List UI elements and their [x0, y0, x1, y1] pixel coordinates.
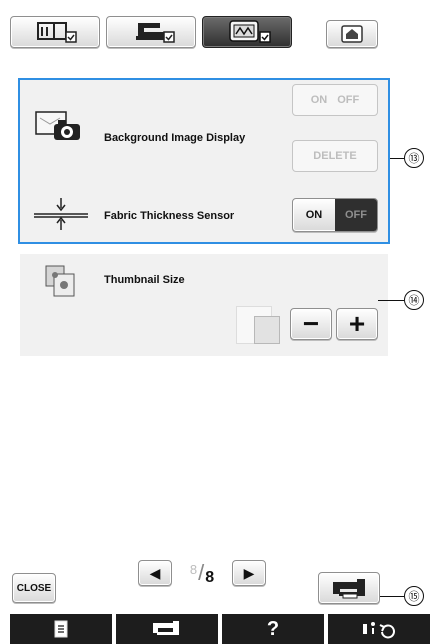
- sewing-machine-icon: [333, 579, 365, 599]
- callout-14: ⑭: [404, 290, 424, 310]
- machine-settings-button[interactable]: [318, 572, 380, 604]
- background-image-display-label: Background Image Display: [104, 132, 246, 144]
- info-rotate-button[interactable]: [328, 614, 430, 644]
- page-total: 8: [205, 569, 215, 586]
- plus-icon: +: [348, 308, 366, 339]
- sewing-machine-icon: [153, 621, 179, 635]
- help-icon: ?: [266, 617, 280, 640]
- machine-checkbox-icon: [136, 23, 175, 43]
- minus-icon: −: [302, 308, 320, 339]
- delete-button[interactable]: DELETE: [292, 140, 378, 172]
- help-button[interactable]: ?: [222, 614, 324, 644]
- thumbnail-preview-small: [254, 316, 280, 344]
- callout-13: ⑬: [404, 148, 424, 168]
- info-rotate-icon: [363, 622, 395, 639]
- thumbnail-icon: [45, 265, 75, 297]
- document-button[interactable]: [10, 614, 112, 644]
- left-arrow-icon: ◀: [149, 564, 161, 581]
- bottom-toolbar: ?: [10, 614, 430, 644]
- thumbnail-size-label: Thumbnail Size: [104, 274, 185, 286]
- next-page-button[interactable]: ▶: [232, 560, 266, 586]
- fabric-thickness-sensor-label: Fabric Thickness Sensor: [104, 210, 235, 222]
- sewing-mode-button[interactable]: [116, 614, 218, 644]
- embroidery-frame-checkbox-icon: [229, 20, 271, 43]
- document-icon: [54, 620, 68, 638]
- callout-15: ⑮: [404, 586, 424, 606]
- callout-line-15: [380, 596, 404, 597]
- home-button[interactable]: [326, 20, 378, 48]
- page-current: 8: [189, 561, 198, 577]
- fabric-toggle-on: ON: [305, 209, 323, 221]
- right-arrow-icon: ▶: [243, 564, 255, 581]
- camera-icon: [35, 111, 80, 140]
- thumbnail-minus-button[interactable]: −: [290, 308, 332, 340]
- sewing-settings-tab[interactable]: [106, 16, 196, 48]
- home-icon: [341, 25, 363, 43]
- thumbnail-plus-button[interactable]: +: [336, 308, 378, 340]
- close-label: CLOSE: [16, 582, 52, 594]
- fabric-thickness-toggle[interactable]: ON OFF: [292, 198, 378, 232]
- background-image-toggle[interactable]: ON OFF: [292, 84, 378, 116]
- basic-settings-tab[interactable]: [10, 16, 100, 48]
- previous-page-button[interactable]: ◀: [138, 560, 172, 586]
- fabric-thickness-icon: [34, 198, 88, 230]
- book-checkbox-icon: [37, 22, 77, 43]
- page-separator: /: [198, 560, 205, 585]
- background-toggle-on: ON: [310, 94, 328, 106]
- background-toggle-off: OFF: [337, 94, 360, 106]
- fabric-toggle-off: OFF: [335, 199, 377, 231]
- close-button[interactable]: CLOSE: [12, 573, 56, 603]
- callout-line-14: [378, 300, 404, 301]
- embroidery-settings-tab[interactable]: [202, 16, 292, 48]
- page-indicator: 8 / 8: [178, 560, 226, 586]
- callout-line-13: [390, 158, 404, 159]
- delete-label: DELETE: [313, 150, 357, 162]
